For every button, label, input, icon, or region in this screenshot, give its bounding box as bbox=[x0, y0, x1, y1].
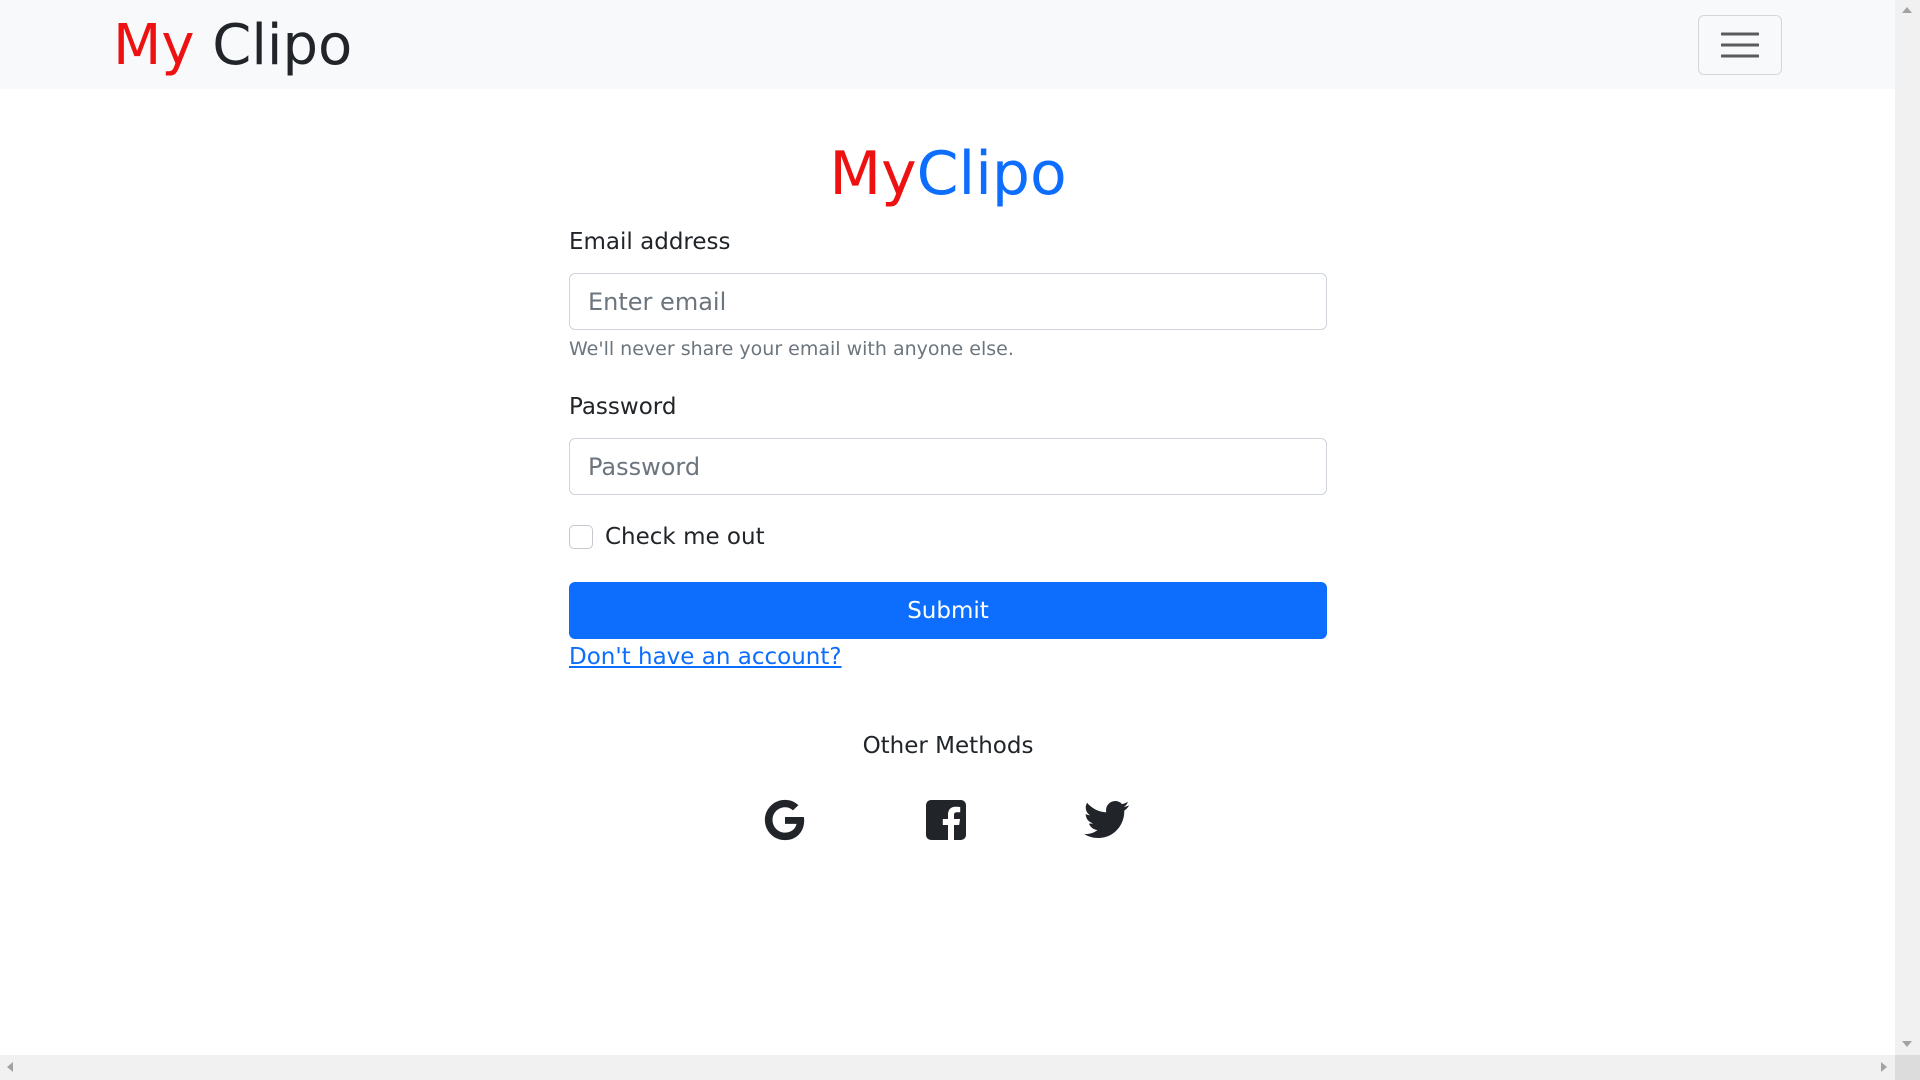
check-me-out-checkbox[interactable] bbox=[569, 525, 593, 549]
facebook-login-button[interactable] bbox=[922, 798, 970, 846]
facebook-icon bbox=[925, 799, 967, 845]
page-title: MyClipo bbox=[569, 137, 1327, 211]
signup-link[interactable]: Don't have an account? bbox=[569, 642, 842, 672]
navbar-brand-my: My bbox=[113, 13, 195, 78]
scroll-up-arrow-icon[interactable] bbox=[1902, 7, 1912, 13]
top-navbar: My Clipo bbox=[0, 0, 1895, 89]
other-methods-heading: Other Methods bbox=[862, 733, 1034, 759]
remember-checkbox-group: Check me out bbox=[569, 524, 765, 550]
scroll-left-arrow-icon[interactable] bbox=[7, 1062, 13, 1072]
twitter-icon bbox=[1083, 800, 1130, 844]
check-me-out-label[interactable]: Check me out bbox=[605, 524, 765, 550]
submit-button[interactable]: Submit bbox=[569, 582, 1327, 639]
hamburger-menu-icon bbox=[1721, 30, 1759, 60]
google-login-button[interactable] bbox=[761, 798, 809, 846]
password-field[interactable] bbox=[569, 438, 1327, 495]
navbar-toggler-button[interactable] bbox=[1698, 15, 1782, 75]
email-label: Email address bbox=[569, 229, 731, 255]
google-icon bbox=[762, 797, 808, 847]
navbar-brand-clipo: Clipo bbox=[194, 13, 353, 78]
page-title-my: My bbox=[829, 139, 917, 209]
scrollbar-corner bbox=[1895, 1055, 1920, 1080]
page-viewport: My Clipo MyClipo Email address We'll nev… bbox=[0, 0, 1895, 1055]
horizontal-scrollbar[interactable] bbox=[0, 1055, 1895, 1080]
page-title-clipo: Clipo bbox=[916, 139, 1067, 209]
scroll-right-arrow-icon[interactable] bbox=[1881, 1062, 1887, 1072]
twitter-login-button[interactable] bbox=[1083, 798, 1131, 846]
navbar-brand[interactable]: My Clipo bbox=[113, 13, 352, 79]
email-help-text: We'll never share your email with anyone… bbox=[569, 338, 1014, 360]
vertical-scrollbar[interactable] bbox=[1895, 0, 1920, 1055]
password-label: Password bbox=[569, 394, 677, 420]
scroll-down-arrow-icon[interactable] bbox=[1902, 1041, 1912, 1047]
email-field[interactable] bbox=[569, 273, 1327, 330]
